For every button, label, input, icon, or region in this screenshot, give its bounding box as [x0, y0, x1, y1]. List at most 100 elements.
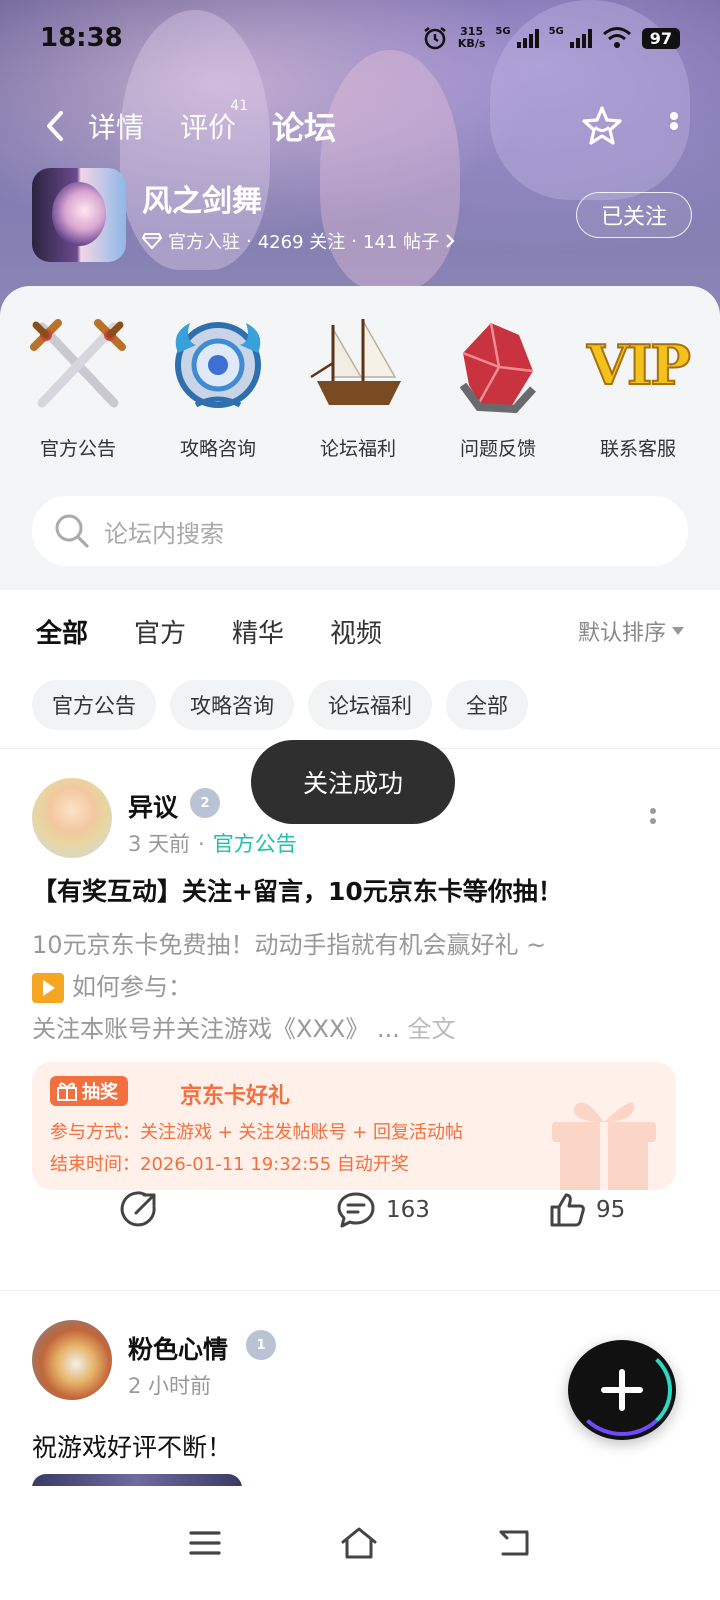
post-body-line: 关注本账号并关注游戏《XXX》 ... 全文 — [32, 1008, 546, 1050]
tab-reviews-label: 评价 — [180, 111, 237, 144]
post-time: 2 小时前 — [128, 1374, 212, 1398]
comment-button[interactable]: 163 — [336, 1180, 430, 1240]
chevron-right-icon — [446, 234, 455, 248]
game-logo[interactable] — [32, 168, 126, 262]
chip-benefits[interactable]: 论坛福利 — [308, 680, 432, 730]
lottery-tag: 抽奖 — [50, 1076, 128, 1106]
signal-label-2: 5G — [548, 25, 564, 37]
official-label: 官方入驻 — [168, 232, 240, 253]
back-button[interactable] — [40, 106, 70, 146]
like-button[interactable]: 95 — [548, 1180, 625, 1240]
home-icon[interactable] — [339, 1526, 379, 1560]
post-title[interactable]: 祝游戏好评不断！ — [32, 1428, 232, 1464]
filter-chips: 官方公告 攻略咨询 论坛福利 全部 — [32, 680, 528, 730]
search-icon — [55, 514, 89, 548]
post-title[interactable]: 【有奖互动】关注+留言，10元京东卡等你抽！ — [32, 872, 563, 908]
red-crystal-icon — [443, 310, 553, 420]
share-icon — [120, 1191, 156, 1227]
signal-icon-1 — [516, 28, 539, 48]
forum-search-bar[interactable]: 论坛内搜索 — [32, 496, 688, 566]
gift-watermark-icon — [552, 1102, 656, 1190]
post-body-line: 10元京东卡免费抽！动动手指就有机会赢好礼 ~ — [32, 931, 547, 959]
post-body-line: 如何参与： — [32, 966, 546, 1008]
post-body[interactable]: 10元京东卡免费抽！动动手指就有机会赢好礼 ~ 如何参与： 关注本账号并关注游戏… — [32, 924, 546, 1050]
chip-announcements[interactable]: 官方公告 — [32, 680, 156, 730]
quick-entry-feedback[interactable]: 问题反馈 — [428, 310, 568, 461]
post-card[interactable]: 异议 2 3 天前 · 官方公告 【有奖互动】关注+留言，10元京东卡等你抽！ 10… — [0, 748, 720, 1290]
signal-label-1: 5G — [495, 25, 511, 37]
forum-panel: 官方公告 攻略咨询 论坛福利 问题反馈 VIP 联系客服 论坛内搜索 — [0, 286, 720, 590]
ellipsis: ... — [376, 1015, 400, 1043]
lottery-card[interactable]: 抽奖 京东卡好礼 参与方式：关注游戏 + 关注发帖账号 + 回复活动帖 结束时间… — [32, 1062, 676, 1190]
separator-dot: · — [198, 832, 205, 856]
tab-details[interactable]: 详情 — [88, 106, 144, 146]
menu-icon[interactable] — [189, 1529, 221, 1557]
quick-entry-benefits[interactable]: 论坛福利 — [288, 310, 428, 461]
separator-dot: · — [246, 230, 252, 252]
sort-dropdown[interactable]: 默认排序 — [578, 615, 684, 647]
author-name[interactable]: 粉色心情 — [128, 1330, 228, 1366]
diamond-icon — [142, 233, 162, 250]
avatar[interactable] — [32, 778, 112, 858]
avatar[interactable] — [32, 1320, 112, 1400]
vip-gold-icon: VIP — [583, 310, 693, 420]
chip-guides[interactable]: 攻略咨询 — [170, 680, 294, 730]
more-options-icon[interactable] — [650, 808, 658, 828]
feed-tab-all[interactable]: 全部 — [36, 613, 88, 652]
favorite-star-icon[interactable] — [580, 104, 624, 148]
alarm-icon — [424, 26, 446, 50]
chevron-left-icon — [47, 111, 63, 141]
play-button-icon — [32, 973, 64, 1003]
quick-entry-guides[interactable]: 攻略咨询 — [148, 310, 288, 461]
post-time: 3 天前 — [128, 832, 191, 856]
search-input[interactable]: 论坛内搜索 — [104, 514, 224, 549]
triangle-down-icon — [672, 627, 684, 635]
comment-count: 163 — [386, 1197, 430, 1223]
post-actions: 163 95 — [0, 1180, 720, 1240]
followed-button[interactable]: 已关注 — [576, 192, 692, 238]
status-bar: 18:38 315 KB/s 5G 5G 97 — [0, 0, 720, 76]
post-meta: 2 小时前 — [128, 1370, 211, 1400]
feed-tab-video[interactable]: 视频 — [330, 613, 382, 650]
post-body-text: 如何参与： — [72, 973, 192, 1001]
post-meta: 3 天前 · 官方公告 — [128, 828, 297, 858]
crossed-swords-icon — [23, 310, 133, 420]
chip-all[interactable]: 全部 — [446, 680, 528, 730]
tab-forum-label: 论坛 — [272, 109, 337, 147]
feed-tab-featured[interactable]: 精华 — [232, 613, 284, 650]
quick-entry-announcements[interactable]: 官方公告 — [8, 310, 148, 461]
reviews-count-badge: 41 — [230, 98, 249, 114]
post-body-text: 关注本账号并关注游戏《XXX》 — [32, 1015, 370, 1043]
tab-forum[interactable]: 论坛 — [272, 103, 337, 149]
back-icon[interactable] — [497, 1528, 531, 1558]
quick-entry-support[interactable]: VIP 联系客服 — [568, 310, 708, 461]
level-badge: 2 — [190, 788, 220, 818]
lottery-method: 参与方式：关注游戏 + 关注发帖账号 + 回复活动帖 — [50, 1122, 464, 1143]
post-category-link[interactable]: 官方公告 — [213, 832, 297, 856]
comment-icon — [337, 1192, 375, 1228]
thumbs-up-icon — [550, 1193, 585, 1227]
vip-art-text: VIP — [586, 332, 692, 398]
read-more-link[interactable]: 全文 — [408, 1015, 456, 1043]
game-hero-header: 18:38 315 KB/s 5G 5G 97 详情 评价 41 论坛 风之剑舞… — [0, 0, 720, 330]
game-stats[interactable]: 官方入驻 · 4269 关注 · 141 帖子 — [142, 228, 455, 254]
post-count: 141 帖子 — [363, 232, 440, 253]
author-name[interactable]: 异议 — [128, 788, 178, 824]
net-speed-unit: KB/s — [457, 37, 486, 50]
dragon-emblem-icon — [163, 310, 273, 420]
more-vertical-icon[interactable] — [668, 111, 680, 141]
feed-tab-official[interactable]: 官方 — [134, 613, 186, 650]
battery-indicator: 97 — [641, 27, 680, 49]
sailing-ship-icon — [303, 310, 413, 420]
wifi-icon — [602, 27, 631, 48]
quick-entry-label: 官方公告 — [39, 438, 116, 460]
sort-label: 默认排序 — [577, 621, 666, 646]
lottery-title: 京东卡好礼 — [180, 1084, 291, 1109]
create-post-button[interactable] — [568, 1340, 676, 1440]
system-nav-bar — [0, 1486, 720, 1600]
quick-entry-label: 攻略咨询 — [179, 438, 256, 460]
tab-reviews[interactable]: 评价 41 — [180, 98, 248, 146]
share-button[interactable] — [120, 1180, 158, 1240]
status-time: 18:38 — [40, 23, 123, 53]
lottery-end-time: 结束时间：2026-01-11 19:32:55 自动开奖 — [50, 1154, 409, 1175]
